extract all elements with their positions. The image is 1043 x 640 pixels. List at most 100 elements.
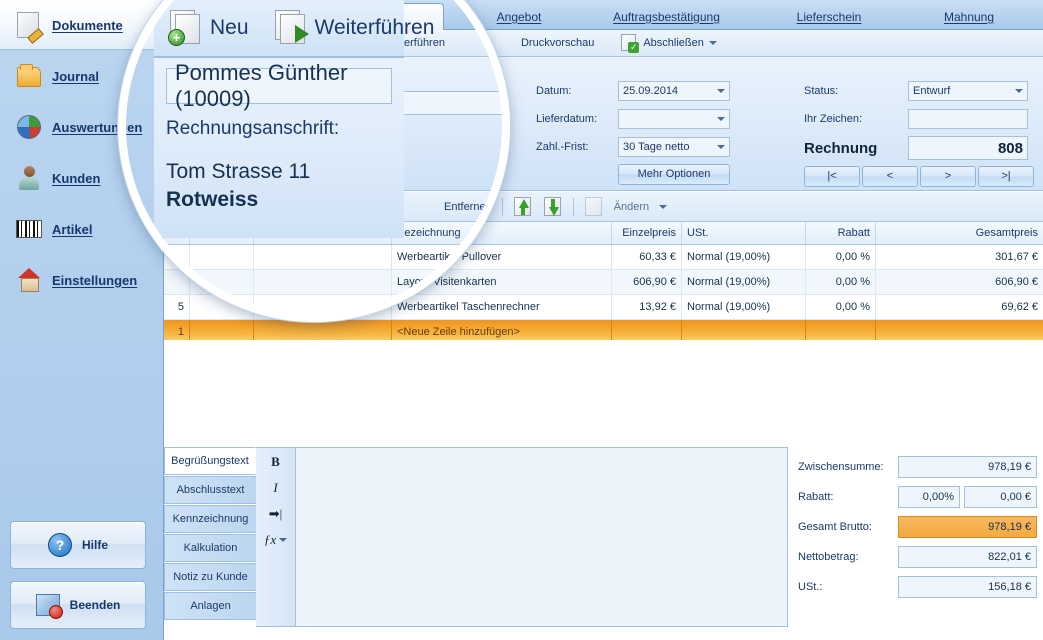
house-gear-icon	[14, 265, 44, 295]
tab-lieferschein[interactable]: Lieferschein	[764, 3, 894, 30]
edit-icon	[584, 196, 604, 217]
grid-col-ust[interactable]: USt.	[682, 222, 806, 244]
app-window: Dokumente Journal Auswertungen Kunden Ar…	[0, 0, 1043, 640]
your-reference-field[interactable]	[908, 109, 1028, 129]
format-toolbar: B I ➡| ƒx	[256, 447, 296, 627]
bold-button[interactable]: B	[271, 454, 280, 470]
tab-abschlusstext[interactable]: Abschlusstext	[164, 476, 256, 504]
row-bezeichnung: Werbeartikel Taschenrechner	[392, 295, 612, 319]
discount-percent-value[interactable]: 0,00%	[898, 486, 960, 508]
more-options-button[interactable]: Mehr Optionen	[618, 163, 730, 185]
document-number-field[interactable]: 808	[908, 136, 1028, 160]
text-editor[interactable]	[296, 447, 788, 627]
total-row-gesamt-brutto: Gesamt Brutto: 978,19 €	[798, 515, 1037, 539]
text-tab-label: Abschlusstext	[176, 484, 245, 496]
grid-col-gesamtpreis[interactable]: Gesamtpreis	[876, 222, 1043, 244]
more-options-label: Mehr Optionen	[637, 168, 711, 180]
date-label: Datum:	[536, 85, 572, 97]
payment-term-value: 30 Tage netto	[623, 141, 690, 153]
chevron-down-icon[interactable]	[717, 117, 725, 121]
exit-button[interactable]: Beenden	[10, 581, 146, 629]
tab-kennzeichnung[interactable]: Kennzeichnung	[164, 505, 256, 533]
tab-label: Auftragsbestätigung	[613, 9, 720, 24]
chevron-down-icon[interactable]	[717, 89, 725, 93]
magnified-new-label: Neu	[210, 16, 249, 39]
chevron-down-icon[interactable]	[717, 145, 725, 149]
help-button[interactable]: ? Hilfe	[10, 521, 146, 569]
grid-empty-area	[164, 340, 1043, 445]
row-einzelpreis: 606,90 €	[612, 270, 682, 294]
nav-last-button[interactable]: >|	[978, 165, 1034, 187]
nav-first-button[interactable]: |<	[804, 165, 860, 187]
status-value: Entwurf	[913, 85, 951, 97]
sidebar-item-einstellungen[interactable]: Einstellungen	[0, 255, 164, 305]
chevron-down-icon[interactable]	[1015, 89, 1023, 93]
row-gesamtpreis: 606,90 €	[995, 276, 1038, 288]
grid-col-rabatt[interactable]: Rabatt	[806, 222, 876, 244]
function-button[interactable]: ƒx	[264, 532, 276, 548]
tab-begruessungstext[interactable]: Begrüßungstext	[164, 447, 256, 475]
user-icon	[14, 163, 44, 193]
total-label: Gesamt Brutto:	[798, 521, 872, 533]
magnified-continue-label: Weiterführen	[314, 16, 435, 39]
row-einzelpreis: 13,92 €	[612, 295, 682, 319]
grid-col-einzelpreis[interactable]: Einzelpreis	[612, 222, 682, 244]
tab-notiz-zu-kunde[interactable]: Notiz zu Kunde	[164, 563, 256, 591]
totals-panel: Zwischensumme: 978,19 € Rabatt: 0,00% 0,…	[788, 447, 1043, 640]
chevron-down-icon[interactable]	[708, 41, 717, 45]
move-up-icon[interactable]	[513, 196, 533, 217]
help-button-label: Hilfe	[81, 538, 108, 552]
tab-anlagen[interactable]: Anlagen	[164, 592, 256, 620]
tab-mahnung[interactable]: Mahnung	[909, 3, 1029, 30]
indent-button[interactable]: ➡|	[269, 506, 283, 522]
sidebar-item-label: Dokumente	[52, 17, 123, 33]
nav-next-label: >	[944, 170, 952, 182]
magnified-command-bar: + Neu Weiterführen	[154, 0, 434, 58]
tab-label: Lieferschein	[796, 9, 862, 24]
total-value[interactable]: 978,19 €	[898, 456, 1037, 478]
text-tab-label: Notiz zu Kunde	[173, 571, 248, 583]
delivery-date-label: Lieferdatum:	[536, 113, 598, 125]
nav-next-button[interactable]: >	[920, 165, 976, 187]
italic-button[interactable]: I	[273, 480, 277, 496]
delivery-date-field[interactable]	[618, 109, 730, 129]
magnified-new-button[interactable]: + Neu	[168, 10, 249, 46]
magnified-customer-block: Pommes Günther (10009) Rechnungsanschrif…	[154, 58, 404, 238]
magnified-customer-field[interactable]: Pommes Günther (10009)	[166, 60, 392, 111]
document-number-value: 808	[997, 139, 1023, 157]
total-value[interactable]: 156,18 €	[898, 576, 1037, 598]
total-value[interactable]: 0,00 €	[964, 486, 1037, 508]
pie-chart-icon	[14, 112, 44, 142]
print-preview-button[interactable]: Druckvorschau	[515, 35, 600, 51]
nav-first-label: |<	[827, 170, 837, 182]
chevron-down-icon[interactable]	[659, 204, 668, 209]
exit-icon	[35, 594, 63, 619]
text-tab-label: Anlagen	[190, 600, 231, 612]
total-value[interactable]: 978,19 €	[898, 516, 1037, 538]
row-rabatt: 0,00 %	[806, 245, 876, 269]
status-block: Status: Entwurf Ihr Zeichen: Rechnung 80…	[804, 77, 1034, 189]
question-mark-icon: ?	[47, 533, 72, 557]
tab-kalkulation[interactable]: Kalkulation	[164, 534, 256, 562]
dates-block: Datum: 25.09.2014 Lieferdatum: Zahl.-Fri…	[536, 77, 736, 187]
folder-icon	[14, 61, 44, 91]
total-row-rabatt: Rabatt: 0,00% 0,00 €	[798, 485, 1037, 509]
tab-label: Angebot	[496, 9, 542, 24]
date-field[interactable]: 25.09.2014	[618, 81, 730, 101]
payment-term-field[interactable]: 30 Tage netto	[618, 137, 730, 157]
status-label: Status:	[804, 85, 839, 97]
magnified-continue-button[interactable]: Weiterführen	[273, 10, 435, 46]
tab-auftragsbestaetigung[interactable]: Auftragsbestätigung	[579, 3, 754, 30]
status-field[interactable]: Entwurf	[908, 81, 1028, 101]
move-down-icon[interactable]	[543, 196, 563, 217]
total-value[interactable]: 822,01 €	[898, 546, 1037, 568]
nav-last-label: >|	[1001, 170, 1011, 182]
nav-prev-button[interactable]: <	[862, 165, 918, 187]
text-panel: Begrüßungstext Abschlusstext Kennzeichnu…	[164, 447, 788, 640]
finish-button[interactable]: ✓ Abschließen	[614, 32, 723, 54]
chevron-down-icon[interactable]	[279, 538, 288, 542]
total-label: USt.:	[798, 581, 823, 593]
row-ust: Normal (19,00%)	[682, 245, 806, 269]
change-button[interactable]: Ändern	[614, 201, 649, 213]
text-tab-label: Kalkulation	[183, 542, 238, 554]
